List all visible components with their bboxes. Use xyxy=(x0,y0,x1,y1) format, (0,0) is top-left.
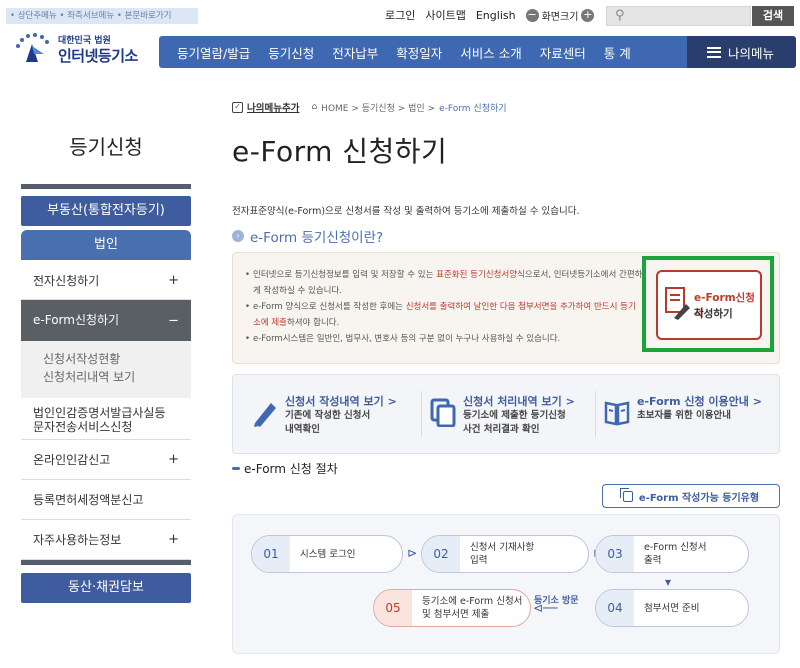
skip-navigation[interactable]: • 상단주메뉴 • 좌측서브메뉴 • 본문바로가기 xyxy=(6,8,198,24)
lnb-corp-header[interactable]: 법인 xyxy=(21,230,191,260)
eform-types-button[interactable]: e-Form 작성가능 등기유형 xyxy=(602,484,780,508)
lnb-item-e-apply[interactable]: 전자신청하기 + xyxy=(21,262,191,300)
intro-text: 전자표준양식(e-Form)으로 신청서를 작성 및 출력하여 등기소에 제출하… xyxy=(232,206,580,217)
zoom-in-icon[interactable]: + xyxy=(581,8,595,22)
zoom-out-icon[interactable]: − xyxy=(525,8,539,22)
zoom-control: − 화면크기 + xyxy=(525,8,595,23)
process-step-03: 03 e-Form 신청서 출력 xyxy=(595,535,749,573)
zoom-label: 화면크기 xyxy=(541,11,579,23)
gnb-item-epayment[interactable]: 전자납부 xyxy=(323,43,387,62)
lnb-sub-status[interactable]: 신청서작성현황 xyxy=(43,350,191,368)
gnb-item-fixed-date[interactable]: 확정일자 xyxy=(387,43,451,62)
info-bullet: e-Form시스템은 일반인, 법무사, 변호사 등의 구분 없이 누구나 사용… xyxy=(245,331,643,347)
plus-icon: + xyxy=(168,531,179,547)
section-heading: › e-Form 등기신청이란? xyxy=(232,226,383,246)
lnb-movable-button[interactable]: 동산·채권담보 xyxy=(21,573,191,603)
breadcrumb-current: e-Form 신청하기 xyxy=(439,103,507,114)
lnb-item-license-tax[interactable]: 등록면허세정액분신고 xyxy=(21,480,191,520)
login-link[interactable]: 로그인 xyxy=(385,7,415,23)
site-logo[interactable]: 대한민국 법원 인터넷등기소 xyxy=(12,30,152,68)
court-emblem-icon xyxy=(16,33,49,62)
lnb-item-online-seal[interactable]: 온라인인감신고 + xyxy=(21,440,191,480)
plus-icon: + xyxy=(168,451,179,467)
arrow-right-icon: ⊳ xyxy=(407,546,418,560)
lnb-sub-history[interactable]: 신청처리내역 보기 xyxy=(43,368,191,386)
lnb-title: 등기신청 xyxy=(69,135,143,159)
my-menu-label: 나의메뉴 xyxy=(728,45,775,61)
divider xyxy=(595,391,596,437)
arrow-left-icon: ⊲── xyxy=(533,601,558,615)
process-step-01: 01 시스템 로그인 xyxy=(251,535,403,573)
gnb-item-resources[interactable]: 자료센터 xyxy=(531,43,595,62)
my-menu-button[interactable]: 나의메뉴 xyxy=(687,36,796,68)
lnb-item-seal-sms[interactable]: 법인인감증명서발급사실등 문자전송서비스신청 xyxy=(21,398,191,440)
quick-link-guide[interactable]: e-Form 신청 이용안내 > 초보자를 위한 이용안내 xyxy=(603,389,773,441)
checkbox-icon: ✓ xyxy=(232,101,243,113)
process-heading: e-Form 신청 절차 xyxy=(232,460,338,477)
eform-write-button[interactable]: e-Form신청서 작성하기 xyxy=(656,270,762,340)
lnb-realestate-button[interactable]: 부동산(통합전자등기) xyxy=(21,196,191,226)
info-bullet: e-Form 양식으로 신청서를 작성한 후에는 신청서를 출력하여 날인한 다… xyxy=(245,299,643,331)
search-button[interactable]: 검색 xyxy=(752,6,794,26)
eform-highlight-box: e-Form신청서 작성하기 xyxy=(642,256,774,352)
gnb-item-statistics[interactable]: 통 계 xyxy=(595,43,640,62)
document-pen-icon xyxy=(665,287,690,320)
search-box: ⚲ xyxy=(606,6,751,26)
sitemap-link[interactable]: 사이트맵 xyxy=(425,7,465,23)
search-input[interactable] xyxy=(635,9,745,23)
lnb-divider xyxy=(21,184,191,189)
hamburger-icon xyxy=(707,46,721,58)
plus-icon: + xyxy=(168,272,179,288)
quick-links: 신청서 작성내역 보기 > 기존에 작성한 신청서 내역확인 신청서 처리내역 보… xyxy=(232,374,780,454)
minus-icon: − xyxy=(168,313,179,328)
breadcrumb: ✓ 나의메뉴추가 ⌂ HOME > 등기신청 > 법인 > e-Form 신청하… xyxy=(232,100,507,114)
documents-icon xyxy=(619,487,633,502)
quick-link-write-history[interactable]: 신청서 작성내역 보기 > 기존에 작성한 신청서 내역확인 xyxy=(251,389,411,441)
home-icon: ⌂ xyxy=(311,102,318,112)
lnb-submenu: 신청서작성현황 신청처리내역 보기 xyxy=(21,341,191,398)
main-navigation: 등기열람/발급 등기신청 전자납부 확정일자 서비스 소개 자료센터 통 계 xyxy=(159,36,687,68)
process-step-05: 05 등기소에 e-Form 신청서 및 첨부서면 제출 xyxy=(373,589,531,627)
gnb-item-service[interactable]: 서비스 소개 xyxy=(451,43,530,62)
book-icon xyxy=(604,401,630,426)
documents-icon xyxy=(430,398,456,427)
process-flow: 01 시스템 로그인 ⊳ 02 신청서 기재사항입력 ⊳ 03 e-Form 신… xyxy=(232,514,780,654)
gnb-item-registration[interactable]: 등기신청 xyxy=(259,43,323,62)
page-title: e-Form 신청하기 xyxy=(232,135,448,168)
info-bullet: 인터넷으로 등기신청정보를 입력 및 저장할 수 있는 표준화된 등기신청서양식… xyxy=(245,267,643,299)
process-step-04: 04 첨부서면 준비 xyxy=(595,589,749,627)
lnb-item-eform[interactable]: e-Form신청하기 − xyxy=(21,300,191,341)
quick-link-process-history[interactable]: 신청서 처리내역 보기 > 등기소에 제출한 등기신청 사건 처리결과 확인 xyxy=(429,389,597,441)
logo-line2: 인터넷등기소 xyxy=(58,47,138,65)
eform-button-line2: 작성하기 xyxy=(694,308,733,320)
lnb-divider xyxy=(21,560,191,565)
search-icon: ⚲ xyxy=(615,8,625,23)
utility-bar: 로그인 사이트맵 English − 화면크기 + xyxy=(385,7,595,23)
breadcrumb-path[interactable]: HOME > 등기신청 > 법인 > xyxy=(321,101,435,114)
process-step-02: 02 신청서 기재사항 입력 xyxy=(421,535,589,573)
arrow-down-icon: ▾ xyxy=(665,575,672,589)
english-link[interactable]: English xyxy=(476,9,516,22)
lnb-item-frequent-info[interactable]: 자주사용하는정보 + xyxy=(21,520,191,560)
divider xyxy=(421,391,422,437)
gnb-item-view-issue[interactable]: 등기열람/발급 xyxy=(159,43,259,62)
bullet-icon xyxy=(232,467,240,470)
pencil-icon xyxy=(254,403,276,427)
add-favorite-link[interactable]: 나의메뉴추가 xyxy=(247,100,299,114)
arrow-right-icon: › xyxy=(232,230,244,242)
